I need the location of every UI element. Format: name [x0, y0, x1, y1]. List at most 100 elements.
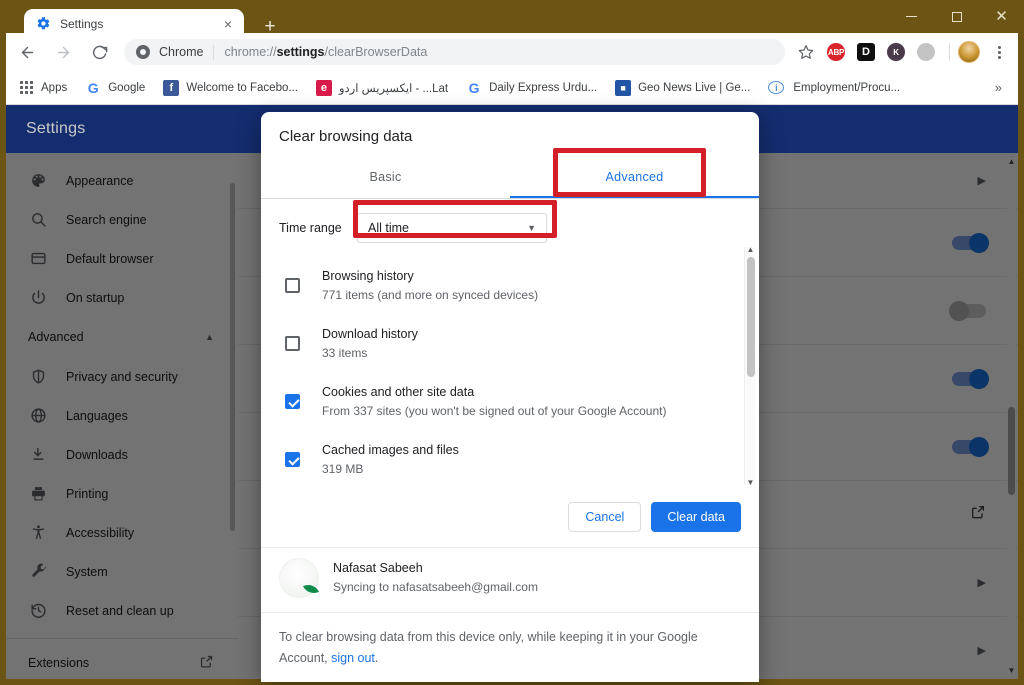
url-suffix: /clearBrowserData [324, 45, 428, 59]
browser-toolbar: Chrome chrome://settings/clearBrowserDat… [6, 33, 1018, 71]
account-name: Nafasat Sabeeh [333, 561, 423, 575]
dialog-scroll-area: Time range All time ▼ Browsing history 7… [261, 199, 759, 489]
dark-extension-icon[interactable]: K [883, 39, 909, 65]
dialog-tabs: Basic Advanced [261, 155, 759, 199]
item-subtitle: From 337 sites (you won't be signed out … [322, 404, 667, 418]
reload-button[interactable] [84, 37, 114, 67]
bookmark-label: Google [108, 81, 146, 94]
close-window-button[interactable]: ✕ [979, 0, 1024, 33]
time-range-value: All time [368, 221, 409, 235]
sync-account-row: Nafasat Sabeeh Syncing to nafasatsabeeh@… [261, 547, 759, 612]
list-item[interactable]: Cookies and other site data From 337 sit… [279, 373, 741, 431]
checkbox-cookies-and-other-site-data[interactable] [285, 394, 300, 409]
bookmark-employment[interactable]: i Employment/Procu... [760, 76, 908, 100]
chrome-menu-icon[interactable] [986, 39, 1012, 65]
dialog-title: Clear browsing data [279, 128, 413, 145]
browser-chrome: Chrome chrome://settings/clearBrowserDat… [6, 33, 1018, 105]
dialog-scrollbar[interactable]: ▲ ▼ [744, 245, 756, 487]
bookmark-label: Employment/Procu... [793, 81, 901, 94]
bookmark-label: Daily Express Urdu... [489, 81, 598, 94]
grey-extension-icon[interactable] [913, 39, 939, 65]
url-bold: settings [276, 45, 325, 59]
dashlane-icon[interactable]: D [853, 39, 879, 65]
express-urdu-icon: e [315, 79, 332, 96]
item-subtitle: 771 items (and more on synced devices) [322, 288, 539, 302]
bookmarks-bar: Apps G Google f Welcome to Facebo... e ا… [6, 71, 1018, 105]
item-title: Download history [322, 327, 418, 341]
chrome-page-icon [136, 45, 150, 59]
bookmark-star-icon[interactable] [793, 39, 819, 65]
chevron-down-icon: ▼ [527, 223, 536, 233]
dialog-scrollbar-thumb[interactable] [747, 257, 755, 377]
bookmark-apps[interactable]: Apps [10, 76, 75, 100]
bookmark-label: Welcome to Facebo... [186, 81, 298, 94]
bookmark-express-urdu[interactable]: e ایکسپریس اردو - ...Lat [308, 76, 456, 100]
checkbox-download-history[interactable] [285, 336, 300, 351]
avatar [279, 558, 319, 598]
profile-avatar[interactable] [956, 39, 982, 65]
clear-browsing-data-dialog: Clear browsing data Basic Advanced Time … [261, 112, 759, 682]
item-title: Browsing history [322, 269, 414, 283]
tab-advanced[interactable]: Advanced [510, 155, 759, 198]
grey-extension-glyph [917, 43, 935, 61]
dashlane-glyph: D [857, 43, 875, 61]
sign-out-link[interactable]: sign out [331, 651, 375, 665]
close-tab-icon[interactable]: × [220, 16, 236, 32]
bookmark-facebook[interactable]: f Welcome to Facebo... [155, 76, 306, 100]
bookmark-google[interactable]: G Google [77, 76, 153, 100]
window-controls: ✕ [889, 0, 1024, 33]
geo-news-icon: ■ [615, 79, 632, 96]
dialog-footer: To clear browsing data from this device … [261, 612, 759, 669]
avatar-image [958, 41, 980, 63]
time-range-row: Time range All time ▼ [261, 199, 759, 257]
footer-tail: . [374, 651, 379, 665]
scroll-up-icon[interactable]: ▲ [745, 245, 756, 254]
omnibox-chip-label: Chrome [159, 45, 204, 59]
adblock-plus-icon[interactable]: ABP [823, 39, 849, 65]
bookmark-geo-news[interactable]: ■ Geo News Live | Ge... [607, 76, 758, 100]
google-icon: G [468, 79, 480, 96]
url-prefix: chrome:// [224, 45, 277, 59]
back-button[interactable] [12, 37, 42, 67]
item-title: Cached images and files [322, 443, 459, 457]
omnibox-divider [213, 44, 215, 60]
tab-title-text: Settings [60, 16, 104, 31]
tab-basic[interactable]: Basic [261, 155, 510, 198]
dialog-actions: Cancel Clear data [261, 489, 759, 547]
list-item[interactable]: Cached images and files 319 MB [279, 431, 741, 489]
checkbox-cached-images-and-files[interactable] [285, 452, 300, 467]
scroll-down-icon[interactable]: ▼ [745, 478, 756, 487]
minimize-button[interactable] [889, 0, 934, 33]
title-bar: Settings × + ✕ [0, 0, 1024, 38]
maximize-button[interactable] [934, 0, 979, 33]
checkbox-browsing-history[interactable] [285, 278, 300, 293]
cancel-button[interactable]: Cancel [568, 502, 642, 532]
clear-data-button[interactable]: Clear data [651, 502, 741, 532]
list-item[interactable]: Browsing history 771 items (and more on … [279, 257, 741, 315]
toolbar-divider [949, 43, 950, 61]
bookmark-label: Geo News Live | Ge... [638, 81, 751, 94]
list-item[interactable]: Download history 33 items [279, 315, 741, 373]
facebook-icon: f [163, 79, 180, 96]
settings-gear-icon [36, 16, 51, 31]
dark-extension-glyph: K [887, 43, 905, 61]
tab-active-underline [510, 196, 759, 198]
omnibox-url: chrome://settings/clearBrowserData [224, 45, 427, 59]
item-subtitle: 319 MB [322, 462, 364, 476]
time-range-label: Time range [279, 221, 342, 235]
adblock-plus-glyph: ABP [827, 43, 845, 61]
bookmark-daily-express[interactable]: G Daily Express Urdu... [458, 76, 605, 100]
forward-button[interactable] [48, 37, 78, 67]
item-title: Cookies and other site data [322, 385, 475, 399]
bookmark-label: ایکسپریس اردو - ...Lat [338, 82, 449, 95]
bookmarks-overflow-button[interactable]: » [989, 80, 1008, 95]
bookmark-label: Apps [41, 81, 68, 94]
google-icon: G [87, 79, 99, 96]
data-type-list: Browsing history 771 items (and more on … [261, 257, 759, 489]
leaf-icon [303, 581, 319, 597]
address-bar[interactable]: Chrome chrome://settings/clearBrowserDat… [124, 39, 785, 65]
account-sync-status: Syncing to nafasatsabeeh@gmail.com [333, 580, 538, 594]
time-range-select[interactable]: All time ▼ [357, 213, 547, 243]
browser-window: Settings × + ✕ Chrome chrome://settings/… [0, 0, 1024, 685]
item-subtitle: 33 items [322, 346, 368, 360]
